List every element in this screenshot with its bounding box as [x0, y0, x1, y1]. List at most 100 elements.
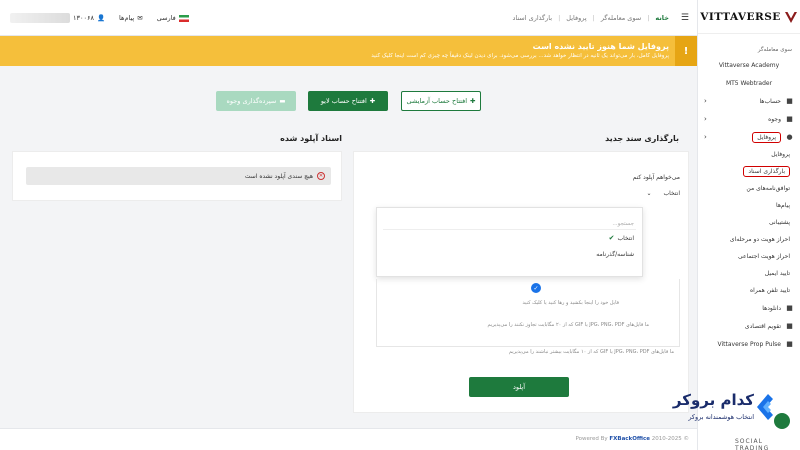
- footer-credit: Powered By FXBackOffice 2010-2025 ©: [575, 436, 689, 442]
- sidebar-item-label: احراز هویت دو مرحله‌ای: [729, 236, 790, 243]
- account-menu[interactable]: 👤 ۱۳۰۰۶۸: [10, 13, 105, 23]
- sidebar-item-12[interactable]: تایید ایمیل: [698, 265, 800, 282]
- upload-panel: می‌خواهم آپلود کنم انتخاب ⌄ جستجو... انت…: [353, 151, 689, 413]
- sidebar-item-label: توافق‌نامه‌های من: [746, 185, 790, 192]
- sidebar-item-label: Vittaverse Academy: [718, 61, 780, 69]
- alert-text[interactable]: پروفایل کامل، بار می‌تواند یک ثانیه در ا…: [0, 51, 669, 59]
- highlight-box: بارگذاری اسناد: [743, 166, 790, 177]
- uploaded-section-title: اسناد آپلود شده: [280, 134, 342, 143]
- sidebar-item-9[interactable]: پشتیبانی: [698, 214, 800, 231]
- breadcrumb-trader[interactable]: سوی معامله‌گر: [601, 14, 641, 22]
- upload-section-title: بارگذاری سند جدید: [605, 134, 679, 143]
- sidebar-item-4[interactable]: ● پروفایل ‹: [698, 128, 800, 146]
- footer: Powered By FXBackOffice 2010-2025 ©: [0, 428, 697, 450]
- sidebar-item-2[interactable]: ■ حساب‌ها ‹: [698, 92, 800, 110]
- sidebar-item-label: تایید ایمیل: [764, 270, 790, 277]
- sidebar-item-10[interactable]: احراز هویت دو مرحله‌ای: [698, 231, 800, 248]
- language-switch[interactable]: فارسی: [157, 14, 189, 22]
- option-label: انتخاب: [617, 234, 635, 242]
- sidebar-item-label: تایید تلفن همراه: [750, 287, 790, 294]
- sidebar-item-label: وجوه: [768, 115, 781, 123]
- chat-launcher-button[interactable]: [774, 413, 790, 429]
- menu-item-icon: ■: [786, 322, 793, 330]
- document-type-dropdown: جستجو... انتخاب ✔ شناسه/گذرنامه: [376, 207, 643, 277]
- check-circle-icon: ✓: [531, 283, 541, 293]
- brand-logo[interactable]: VITTAVERSE: [698, 0, 800, 34]
- menu-item-icon: ■: [786, 304, 793, 312]
- chevron-left-icon: ‹: [704, 133, 707, 141]
- sidebar-item-label: پروفایل: [771, 151, 790, 158]
- sidebar-item-label: پشتیبانی: [769, 219, 790, 226]
- sidebar-item-11[interactable]: احراز هویت اجتماعی: [698, 248, 800, 265]
- deposit-funds-button[interactable]: ▬ سپرده‌گذاری وجوه: [216, 91, 296, 111]
- option-label: شناسه/گذرنامه: [596, 250, 634, 258]
- sidebar-item-15[interactable]: ■ تقویم اقتصادی: [698, 317, 800, 335]
- sidebar-item-7[interactable]: توافق‌نامه‌های من: [698, 180, 800, 197]
- upload-button[interactable]: آپلود: [469, 377, 569, 397]
- messages-label: پیام‌ها: [119, 14, 135, 22]
- user-icon: ■: [786, 115, 793, 123]
- user-icon: ●: [786, 133, 793, 141]
- chevron-down-icon: ⌄: [646, 189, 652, 197]
- footer-brand-link[interactable]: FXBackOffice: [609, 436, 650, 442]
- plus-icon: ✚: [369, 97, 376, 105]
- sidebar-item-label: MT5 Webtrader: [725, 79, 773, 87]
- chevron-left-icon: ‹: [704, 115, 707, 123]
- user-icon: ■: [786, 97, 793, 105]
- sidebar-item-label: احراز هویت اجتماعی: [738, 253, 790, 260]
- wallet-icon: ▬: [279, 97, 286, 105]
- sidebar-item-13[interactable]: تایید تلفن همراه: [698, 282, 800, 299]
- drop-hint: فایل خود را اینجا بکشید و رها کنید یا کل…: [522, 300, 619, 306]
- sidebar-item-5[interactable]: پروفایل: [698, 146, 800, 163]
- brand-name: VITTAVERSE: [700, 10, 781, 23]
- sidebar-item-label: پروفایل: [711, 131, 781, 143]
- warning-icon: !: [675, 36, 697, 66]
- user-icon: 👤: [96, 14, 106, 22]
- profile-alert: ! پروفایل شما هنوز تایید نشده است پروفای…: [0, 36, 697, 66]
- sidebar-item-14[interactable]: ■ دانلودها: [698, 299, 800, 317]
- broker-logo-icon: [757, 394, 773, 420]
- dropdown-search-input[interactable]: جستجو...: [383, 218, 636, 230]
- sidebar-group-title: سوی معامله‌گر: [757, 47, 792, 53]
- breadcrumb-home[interactable]: خانه: [655, 14, 669, 22]
- breadcrumb-separator: |: [558, 14, 561, 22]
- file-dropzone[interactable]: ✓ فایل خود را اینجا بکشید و رها کنید یا …: [376, 279, 680, 347]
- messages-link[interactable]: ✉ پیام‌ها: [119, 14, 143, 22]
- sidebar-item-label: دانلودها: [762, 304, 781, 312]
- no-documents-text: هیچ سندی آپلود نشده است: [244, 172, 313, 180]
- select-value: انتخاب: [663, 189, 681, 197]
- menu-item-icon: ■: [786, 340, 793, 348]
- plus-icon: ✚: [470, 97, 476, 105]
- watermark-title: کدام بروکر: [672, 391, 754, 409]
- format-hint: ما فایل‌های JPG، PNG، PDF یا GIF که از ۲…: [487, 322, 649, 328]
- watermark-subtitle: انتخاب هوشمندانه بروکر: [688, 413, 754, 421]
- social-trading-label: SOCIAL TRADING: [735, 438, 770, 450]
- open-demo-account-button[interactable]: ✚ افتتاح حساب آزمایشی: [401, 91, 481, 111]
- sidebar-item-8[interactable]: پیام‌ها: [698, 197, 800, 214]
- breadcrumb-profile[interactable]: پروفایل: [566, 14, 586, 22]
- broker-watermark: کدام بروکر انتخاب هوشمندانه بروکر: [655, 389, 790, 429]
- breadcrumb-separator: |: [592, 14, 595, 22]
- breadcrumb-separator: |: [647, 14, 650, 22]
- sidebar-item-label: Vittaverse Prop Pulse: [717, 340, 782, 348]
- no-entry-icon: ✕: [317, 172, 325, 180]
- chevron-left-icon: ‹: [704, 97, 707, 105]
- no-documents-message: ✕ هیچ سندی آپلود نشده است: [26, 167, 331, 185]
- dropdown-option-id-passport[interactable]: شناسه/گذرنامه: [377, 246, 642, 262]
- sidebar-item-6[interactable]: بارگذاری اسناد: [698, 163, 800, 180]
- sidebar-item-label: حساب‌ها: [759, 97, 781, 105]
- open-live-account-button[interactable]: ✚ افتتاح حساب لایو: [308, 91, 388, 111]
- breadcrumb: ☰ خانه | سوی معامله‌گر | پروفایل | بارگذ…: [512, 0, 689, 36]
- dropdown-option-select[interactable]: انتخاب ✔: [377, 230, 642, 246]
- sidebar-item-1[interactable]: MT5 Webtrader: [698, 74, 800, 92]
- document-type-select[interactable]: انتخاب ⌄: [632, 186, 680, 200]
- sidebar-item-label: بارگذاری اسناد: [743, 166, 790, 177]
- sidebar-item-0[interactable]: Vittaverse Academy: [698, 56, 800, 74]
- sidebar-item-3[interactable]: ■ وجوه ‹: [698, 110, 800, 128]
- deposit-button-label: سپرده‌گذاری وجوه: [226, 97, 277, 105]
- menu-icon[interactable]: ☰: [681, 13, 689, 23]
- top-actions: فارسی ✉ پیام‌ها 👤 ۱۳۰۰۶۸: [10, 0, 189, 36]
- language-label: فارسی: [156, 14, 176, 22]
- sidebar-item-16[interactable]: ■ Vittaverse Prop Pulse: [698, 335, 800, 353]
- vittaverse-logo-icon: [784, 11, 797, 23]
